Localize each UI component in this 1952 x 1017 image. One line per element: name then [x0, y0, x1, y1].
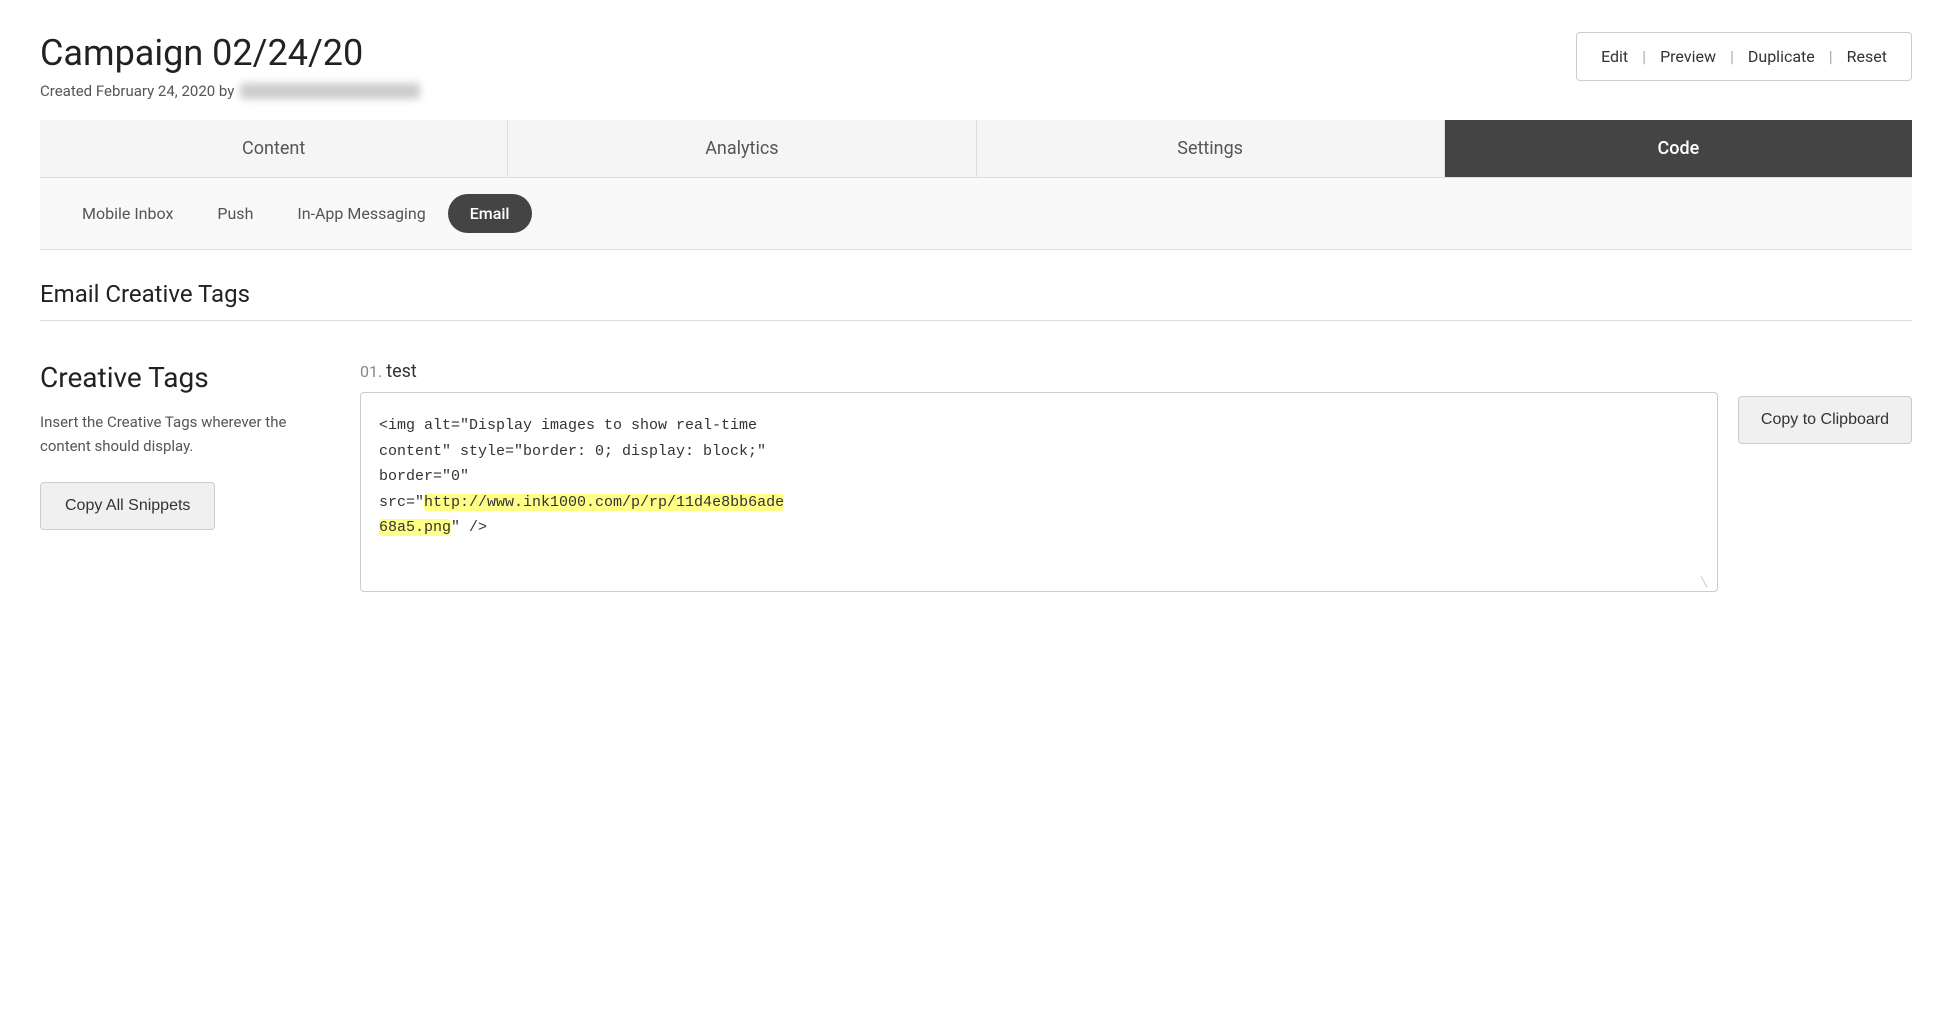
divider — [40, 320, 1912, 321]
content-area: Creative Tags Insert the Creative Tags w… — [40, 361, 1912, 592]
tab-code[interactable]: Code — [1445, 120, 1912, 177]
preview-link[interactable]: Preview — [1660, 47, 1716, 66]
right-panel: 01.test <img alt="Display images to show… — [360, 361, 1912, 592]
tab-settings[interactable]: Settings — [977, 120, 1445, 177]
snippet-name: test — [386, 361, 417, 382]
code-line-5-end: " /> — [451, 519, 487, 536]
snippet-number: 01. — [360, 362, 382, 381]
creative-tags-description: Insert the Creative Tags wherever the co… — [40, 410, 300, 458]
sep3: | — [1829, 47, 1833, 66]
edit-link[interactable]: Edit — [1601, 47, 1628, 66]
main-tabs: Content Analytics Settings Code — [40, 120, 1912, 178]
created-by-text: Created February 24, 2020 by — [40, 82, 420, 100]
highlighted-url-part2: 68a5.png — [379, 519, 451, 536]
left-panel: Creative Tags Insert the Creative Tags w… — [40, 361, 300, 530]
code-line-5: 68a5.png" /> — [379, 515, 1699, 541]
code-line-3: border="0" — [379, 464, 1699, 490]
reset-link[interactable]: Reset — [1847, 47, 1887, 66]
section-title: Email Creative Tags — [40, 280, 1912, 308]
action-bar: Edit | Preview | Duplicate | Reset — [1576, 32, 1912, 81]
highlighted-url-part1: http://www.ink1000.com/p/rp/11d4e8bb6ade — [424, 494, 784, 511]
subtab-push[interactable]: Push — [195, 194, 275, 233]
copy-to-clipboard-button[interactable]: Copy to Clipboard — [1738, 396, 1912, 444]
snippet-label: 01.test — [360, 361, 1912, 382]
sep2: | — [1730, 47, 1734, 66]
author-name — [240, 83, 420, 99]
code-box: <img alt="Display images to show real-ti… — [360, 392, 1718, 592]
snippet-row: <img alt="Display images to show real-ti… — [360, 392, 1912, 592]
copy-all-snippets-button[interactable]: Copy All Snippets — [40, 482, 215, 530]
tab-content[interactable]: Content — [40, 120, 508, 177]
sub-tabs: Mobile Inbox Push In-App Messaging Email — [40, 178, 1912, 250]
subtab-in-app-messaging[interactable]: In-App Messaging — [275, 194, 447, 233]
sep1: | — [1642, 47, 1646, 66]
resize-handle[interactable]: ╲ — [1701, 575, 1713, 587]
code-line-4: src="http://www.ink1000.com/p/rp/11d4e8b… — [379, 490, 1699, 516]
duplicate-link[interactable]: Duplicate — [1748, 47, 1815, 66]
subtab-email[interactable]: Email — [448, 194, 532, 233]
page-title: Campaign 02/24/20 — [40, 32, 420, 74]
tab-analytics[interactable]: Analytics — [508, 120, 976, 177]
code-line-1: <img alt="Display images to show real-ti… — [379, 413, 1699, 439]
subtab-mobile-inbox[interactable]: Mobile Inbox — [60, 194, 195, 233]
code-line-2: content" style="border: 0; display: bloc… — [379, 439, 1699, 465]
creative-tags-title: Creative Tags — [40, 361, 300, 394]
